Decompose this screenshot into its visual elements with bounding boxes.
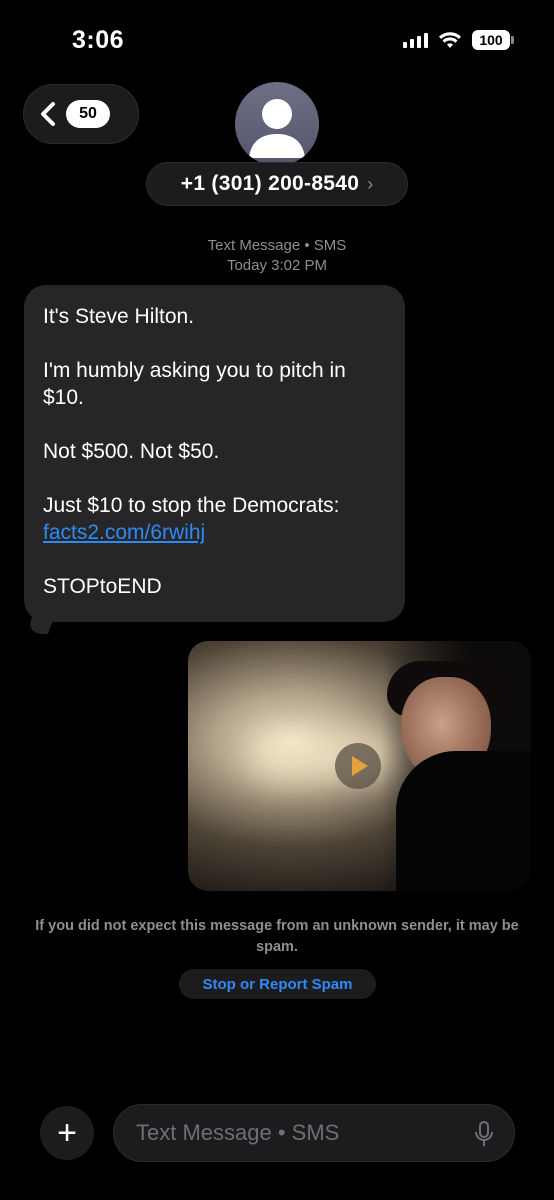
- wifi-icon: [438, 31, 462, 49]
- microphone-icon[interactable]: [474, 1120, 494, 1153]
- add-attachment-button[interactable]: +: [40, 1106, 94, 1160]
- video-attachment[interactable]: [188, 641, 531, 891]
- contact-avatar[interactable]: [235, 82, 319, 166]
- message-line: Not $500. Not $50.: [43, 440, 220, 463]
- chevron-left-icon: [40, 101, 56, 127]
- person-icon: [249, 99, 305, 158]
- message-footer: STOPtoEND: [43, 575, 162, 598]
- report-spam-button[interactable]: Stop or Report Spam: [179, 969, 376, 999]
- incoming-message-bubble[interactable]: It's Steve Hilton. I'm humbly asking you…: [24, 285, 405, 622]
- back-button[interactable]: 50: [23, 84, 139, 144]
- contact-number: +1 (301) 200-8540: [180, 172, 360, 195]
- message-timestamp: Today 3:02 PM: [226, 257, 328, 274]
- play-icon[interactable]: [335, 743, 381, 789]
- spam-warning-text: If you did not expect this message from …: [35, 918, 519, 955]
- cellular-signal-icon: [403, 32, 428, 48]
- battery-icon: 100: [472, 30, 514, 50]
- unread-count-badge: 50: [66, 100, 110, 128]
- message-input[interactable]: Text Message • SMS: [113, 1104, 515, 1162]
- status-icons: 100: [403, 30, 514, 50]
- message-text: Just $10 to stop the Democrats:: [43, 494, 340, 517]
- message-line-with-link: Just $10 to stop the Democrats: facts2.c…: [43, 492, 385, 546]
- contact-details-button[interactable]: +1 (301) 200-8540 ›: [146, 162, 408, 206]
- message-input-placeholder: Text Message • SMS: [136, 1120, 340, 1145]
- video-thumbnail-person: [396, 751, 531, 891]
- chevron-right-icon: ›: [367, 173, 374, 194]
- message-link[interactable]: facts2.com/6rwihj: [43, 521, 205, 544]
- message-line: It's Steve Hilton.: [43, 305, 195, 328]
- message-line: I'm humbly asking you to pitch in $10.: [43, 359, 346, 409]
- thread-meta: Text Message • SMS Today 3:02 PM: [0, 236, 554, 276]
- service-label: Text Message • SMS: [207, 237, 347, 254]
- status-time: 3:06: [72, 26, 125, 54]
